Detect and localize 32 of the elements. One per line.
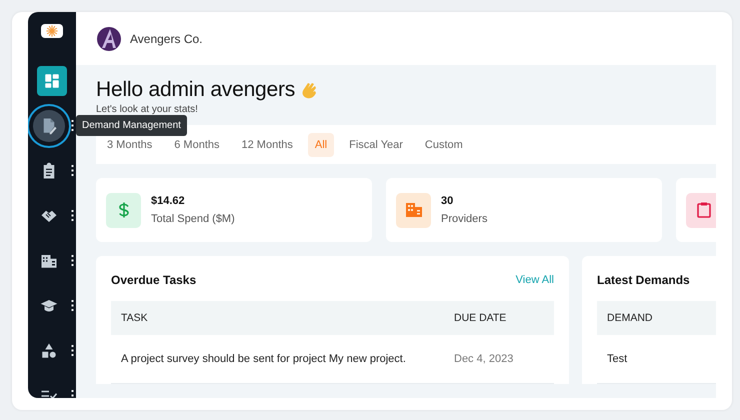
stat-value: $14.62 [151, 195, 186, 207]
more-icon[interactable] [71, 255, 74, 266]
table-cell-text: Test [606, 352, 628, 366]
more-icon[interactable] [71, 120, 74, 131]
dashboard-icon [43, 72, 61, 90]
page-subtitle: Let's look at your stats! [96, 104, 199, 116]
column-header: TASK [120, 312, 149, 324]
panel-title: Latest Demands [597, 272, 690, 286]
column-header: DUE DATE [453, 312, 508, 324]
more-icon[interactable] [71, 300, 74, 311]
more-icon[interactable] [71, 210, 74, 221]
table-cell-text: Dec 4, 2023 [453, 352, 514, 366]
panel-title: Overdue Tasks [111, 272, 196, 286]
stat-value: 30 [441, 195, 454, 207]
column-header: DEMAND [606, 312, 654, 324]
app-logo-icon [41, 24, 63, 38]
shapes-icon [40, 342, 58, 360]
period-tab[interactable]: Fiscal Year [342, 132, 410, 156]
brand-name: Avengers Co. [130, 32, 202, 46]
table-cell-text: A project survey should be sent for project My new project. [120, 352, 407, 366]
view-all-link[interactable]: View All [516, 274, 554, 286]
page-title: Hello admin avengers [96, 78, 296, 102]
more-icon[interactable] [71, 390, 74, 398]
sidebar-item[interactable] [33, 110, 65, 142]
stat-label: Providers [441, 213, 488, 225]
more-icon[interactable] [71, 345, 74, 356]
period-tab[interactable]: Custom [418, 132, 470, 156]
period-tab[interactable]: 12 Months [234, 132, 300, 156]
stat-label: Total Spend ($M) [151, 213, 235, 225]
more-icon[interactable] [71, 165, 74, 176]
brand-logo-icon [96, 26, 122, 52]
sidebar-item[interactable] [37, 66, 67, 96]
